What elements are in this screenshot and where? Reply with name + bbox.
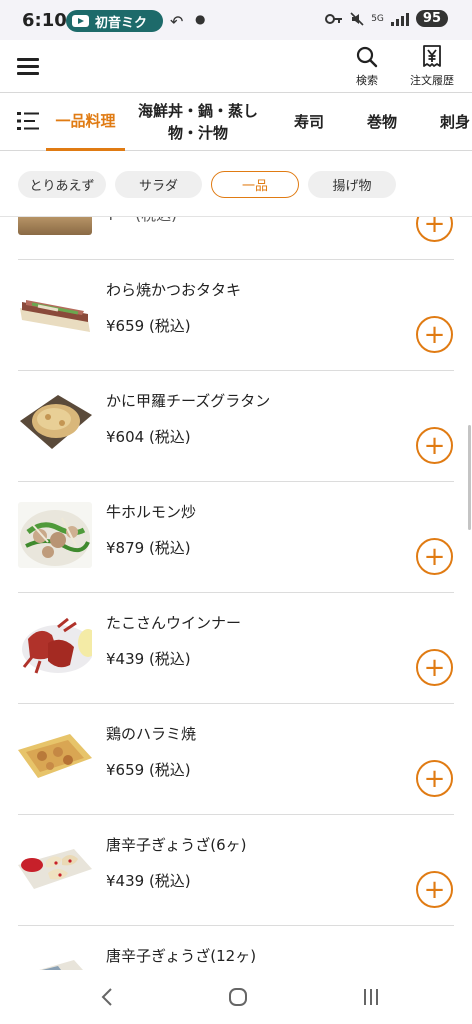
recents-button[interactable] (356, 982, 386, 1012)
menu-item-list[interactable]: ¥⋯ (税込) + わら焼かつおタタキ ¥659 (税込) + かに甲羅チーズグ… (0, 217, 472, 970)
item-name: 唐辛子ぎょうざ(12ヶ) (106, 947, 257, 965)
home-icon (229, 988, 247, 1006)
status-icons: 5G 95 (325, 10, 448, 27)
tab-sushi[interactable]: 寿司 (284, 93, 334, 151)
chip-salad[interactable]: サラダ (115, 171, 202, 198)
food-photo (18, 280, 92, 346)
menu-item[interactable]: 唐辛子ぎょうざ(12ヶ) (18, 926, 454, 970)
chip-ippin[interactable]: 一品 (211, 171, 299, 198)
tab-sashimi[interactable]: 刺身 (432, 93, 472, 151)
food-photo (18, 217, 92, 235)
category-list-icon[interactable] (17, 111, 39, 131)
menu-item[interactable]: 鶏のハラミ焼 ¥659 (税込) + (18, 704, 454, 815)
notification-dot-icon: ● (195, 12, 206, 26)
item-price: ¥439 (税込) (106, 872, 191, 890)
order-history-button[interactable]: 注文履歴 (400, 42, 464, 88)
add-to-cart-button[interactable]: + (416, 217, 453, 242)
reply-icon: ↶ (170, 12, 184, 31)
battery-level: 95 (415, 10, 448, 27)
menu-item[interactable]: わら焼かつおタタキ ¥659 (税込) + (18, 260, 454, 371)
history-label: 注文履歴 (410, 74, 454, 87)
key-icon (325, 13, 343, 24)
menu-item[interactable]: かに甲羅チーズグラタン ¥604 (税込) + (18, 371, 454, 482)
menu-item[interactable]: 牛ホルモン炒 ¥879 (税込) + (18, 482, 454, 593)
youtube-icon (72, 15, 89, 27)
food-photo (18, 613, 92, 679)
food-photo (18, 835, 92, 901)
recents-icon (364, 989, 378, 1005)
status-bar: 6:10 初音ミク ↶ ● 5G 95 (0, 0, 472, 40)
chip-agemono[interactable]: 揚げ物 (308, 171, 396, 198)
search-label: 検索 (356, 74, 378, 87)
food-photo (18, 391, 92, 457)
search-icon (356, 46, 378, 68)
media-notification-label: 初音ミク (95, 15, 148, 31)
item-price: ¥439 (税込) (106, 650, 191, 668)
receipt-yen-icon (423, 45, 441, 67)
item-name: かに甲羅チーズグラタン (106, 392, 271, 410)
item-name: 牛ホルモン炒 (106, 503, 197, 521)
add-to-cart-button[interactable]: + (416, 316, 453, 353)
chip-toriaezu[interactable]: とりあえず (18, 171, 106, 198)
status-time: 6:10 (22, 10, 67, 31)
food-photo (18, 502, 92, 568)
category-tabs: 一品料理 海鮮丼・鍋・蒸し物・汁物 寿司 巻物 刺身 (0, 92, 472, 151)
signal-icon (390, 12, 409, 26)
menu-icon[interactable] (17, 58, 39, 75)
add-to-cart-button[interactable]: + (416, 538, 453, 575)
home-button[interactable] (223, 982, 253, 1012)
scrollbar[interactable] (468, 425, 471, 530)
item-name: たこさんウインナー (106, 614, 242, 632)
item-price: ¥⋯ (税込) (106, 217, 177, 225)
item-name: 鶏のハラミ焼 (106, 725, 197, 743)
item-price: ¥604 (税込) (106, 428, 191, 446)
search-button[interactable]: 検索 (347, 42, 387, 88)
item-price: ¥879 (税込) (106, 539, 191, 557)
menu-item[interactable]: たこさんウインナー ¥439 (税込) + (18, 593, 454, 704)
item-name: わら焼かつおタタキ (106, 281, 242, 299)
item-price: ¥659 (税込) (106, 317, 191, 335)
back-icon (101, 988, 112, 1006)
add-to-cart-button[interactable]: + (416, 427, 453, 464)
back-button[interactable] (92, 982, 122, 1012)
item-name: 唐辛子ぎょうざ(6ヶ) (106, 836, 247, 854)
subcategory-chips: とりあえず サラダ 一品 揚げ物 (0, 151, 472, 217)
tab-ippin-ryori[interactable]: 一品料理 (46, 93, 125, 151)
food-photo (18, 946, 92, 970)
menu-item[interactable]: 唐辛子ぎょうざ(6ヶ) ¥439 (税込) + (18, 815, 454, 926)
system-nav-bar (0, 970, 472, 1024)
media-notification-pill[interactable]: 初音ミク (66, 10, 163, 32)
item-price: ¥659 (税込) (106, 761, 191, 779)
menu-item: ¥⋯ (税込) + (18, 217, 454, 260)
mute-icon (350, 11, 364, 26)
add-to-cart-button[interactable]: + (416, 760, 453, 797)
add-to-cart-button[interactable]: + (416, 649, 453, 686)
food-photo (18, 724, 92, 790)
tab-makimono[interactable]: 巻物 (356, 93, 408, 151)
tab-kaisendon-nabe[interactable]: 海鮮丼・鍋・蒸し物・汁物 (133, 93, 263, 151)
add-to-cart-button[interactable]: + (416, 871, 453, 908)
app-header: 検索 注文履歴 (0, 40, 472, 92)
network-type: 5G (371, 13, 384, 24)
